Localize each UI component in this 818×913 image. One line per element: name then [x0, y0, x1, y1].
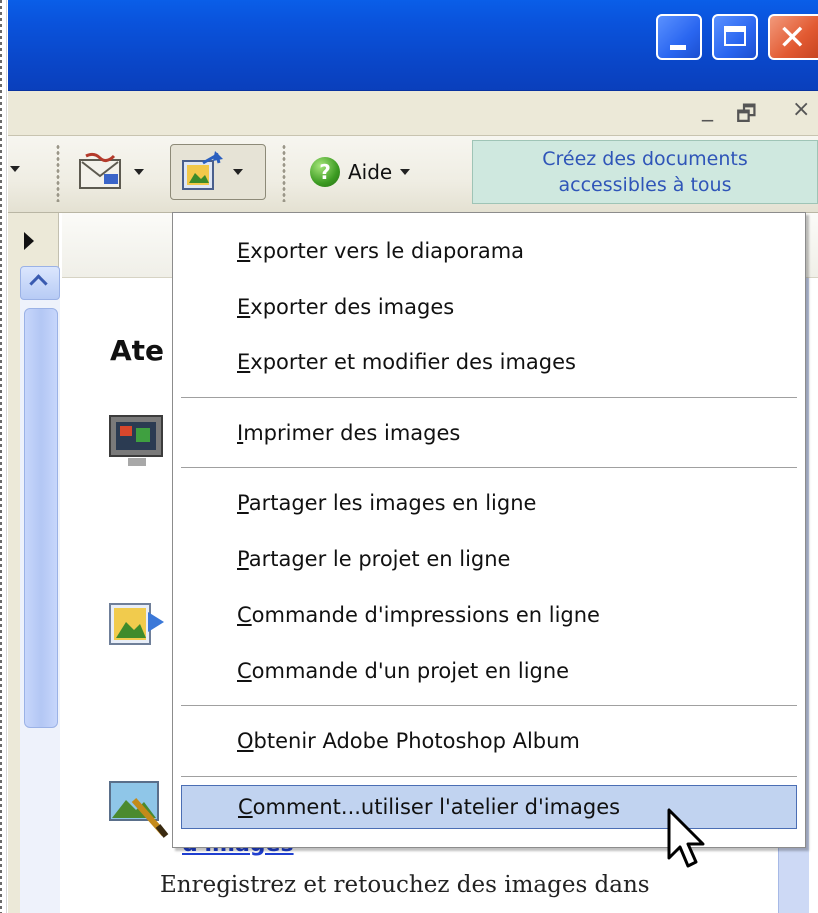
- menu-item-print-images[interactable]: Imprimer des images: [181, 411, 797, 455]
- menu-separator: [181, 467, 797, 469]
- workshop-description: Enregistrez et retouchez des images dans: [160, 872, 650, 898]
- mail-edit-icon: [79, 152, 121, 189]
- chevron-down-icon: [233, 169, 243, 175]
- chevron-down-icon: [134, 169, 144, 175]
- chevron-down-icon[interactable]: [10, 166, 20, 172]
- maximize-button[interactable]: [712, 14, 758, 60]
- accessibility-promo[interactable]: Créez des documents accessibles à tous: [472, 140, 818, 204]
- menu-item-export-edit-images[interactable]: Exporter et modifier des images: [181, 340, 797, 384]
- menu-separator: [181, 776, 797, 778]
- image-export-icon: [182, 151, 223, 190]
- menu-item-get-photoshop-album[interactable]: Obtenir Adobe Photoshop Album: [181, 719, 797, 763]
- toolbar: ? Aide Créez des documents accessibles à…: [8, 136, 818, 213]
- menu-item-share-project-online[interactable]: Partager le projet en ligne: [181, 537, 797, 581]
- promo-line-1: Créez des documents: [542, 148, 748, 170]
- doc-minimize-icon[interactable]: _: [702, 97, 713, 122]
- menu-item-share-images-online[interactable]: Partager les images en ligne: [181, 481, 797, 525]
- scroll-up-button[interactable]: [20, 266, 60, 300]
- doc-restore-icon[interactable]: 🗗: [736, 97, 757, 135]
- toolbar-grip[interactable]: [282, 144, 286, 202]
- chevron-down-icon: [400, 169, 411, 175]
- help-label: Aide: [348, 160, 393, 184]
- photo-export-button[interactable]: [170, 144, 266, 200]
- panel-title: Ate: [110, 334, 165, 367]
- mail-button[interactable]: [70, 144, 170, 200]
- menu-item-order-project-online[interactable]: Commande d'un projet en ligne: [181, 649, 797, 693]
- close-button[interactable]: ✕: [768, 14, 818, 60]
- window-edge: [0, 0, 7, 913]
- expand-arrow-icon[interactable]: [24, 232, 34, 250]
- help-icon: ?: [310, 157, 340, 187]
- close-icon: ✕: [778, 18, 807, 58]
- export-dropdown-menu: Exporter vers le diaporama Exporter des …: [172, 212, 806, 848]
- menu-separator: [181, 705, 797, 707]
- doc-close-icon[interactable]: ×: [792, 97, 810, 122]
- mouse-pointer-icon: [667, 808, 705, 868]
- promo-line-2: accessibles à tous: [558, 174, 732, 196]
- minimize-icon: [670, 45, 686, 50]
- toolbar-grip[interactable]: [56, 144, 60, 202]
- maximize-icon: [724, 26, 746, 46]
- menu-separator: [181, 397, 797, 399]
- menu-item-export-images[interactable]: Exporter des images: [181, 285, 797, 329]
- menu-item-order-prints-online[interactable]: Commande d'impressions en ligne: [181, 593, 797, 637]
- scrollbar-thumb[interactable]: [24, 308, 58, 728]
- minimize-button[interactable]: [656, 14, 702, 60]
- retouch-image-icon: [109, 781, 169, 838]
- document-controls-bar: _ 🗗 ×: [8, 91, 818, 136]
- help-button[interactable]: ? Aide: [302, 144, 454, 200]
- share-images-icon: [109, 603, 164, 645]
- monitor-icon: [109, 415, 163, 466]
- window-title-bar[interactable]: ✕: [8, 0, 818, 91]
- menu-item-export-slideshow[interactable]: Exporter vers le diaporama: [181, 229, 797, 273]
